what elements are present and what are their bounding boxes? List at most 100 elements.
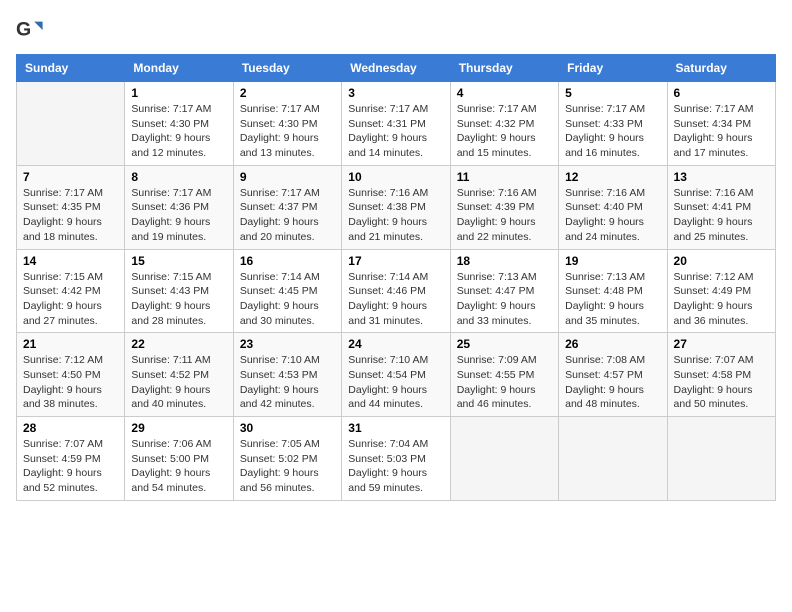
day-info: Sunrise: 7:12 AM Sunset: 4:50 PM Dayligh…: [23, 353, 118, 412]
calendar-cell: 23 Sunrise: 7:10 AM Sunset: 4:53 PM Dayli…: [233, 333, 341, 417]
calendar-cell: 2Sunrise: 7:17 AM Sunset: 4:30 PM Daylig…: [233, 82, 341, 166]
day-number: 25: [457, 337, 552, 351]
day-number: 31: [348, 421, 443, 435]
calendar-cell: [559, 417, 667, 501]
day-info: Sunrise: 7:16 AM Sunset: 4:40 PM Dayligh…: [565, 186, 660, 245]
day-number: 20: [674, 254, 769, 268]
day-info: Sunrise: 7:07 AM Sunset: 4:59 PM Dayligh…: [23, 437, 118, 496]
day-info: Sunrise: 7:13 AM Sunset: 4:47 PM Dayligh…: [457, 270, 552, 329]
day-info: Sunrise: 7:10 AM Sunset: 4:54 PM Dayligh…: [348, 353, 443, 412]
calendar-cell: 24 Sunrise: 7:10 AM Sunset: 4:54 PM Dayli…: [342, 333, 450, 417]
calendar-cell: 16Sunrise: 7:14 AM Sunset: 4:45 PM Dayli…: [233, 249, 341, 333]
day-number: 19: [565, 254, 660, 268]
day-header-thursday: Thursday: [450, 55, 558, 82]
day-info: Sunrise: 7:17 AM Sunset: 4:32 PM Dayligh…: [457, 102, 552, 161]
calendar-cell: [450, 417, 558, 501]
calendar-cell: 3 Sunrise: 7:17 AM Sunset: 4:31 PM Daylig…: [342, 82, 450, 166]
calendar-table: SundayMondayTuesdayWednesdayThursdayFrid…: [16, 54, 776, 501]
day-info: Sunrise: 7:15 AM Sunset: 4:43 PM Dayligh…: [131, 270, 226, 329]
day-info: Sunrise: 7:16 AM Sunset: 4:41 PM Dayligh…: [674, 186, 769, 245]
week-row-4: 21 Sunrise: 7:12 AM Sunset: 4:50 PM Dayli…: [17, 333, 776, 417]
calendar-cell: 8 Sunrise: 7:17 AM Sunset: 4:36 PM Daylig…: [125, 165, 233, 249]
calendar-cell: 18 Sunrise: 7:13 AM Sunset: 4:47 PM Dayli…: [450, 249, 558, 333]
day-number: 24: [348, 337, 443, 351]
day-info: Sunrise: 7:17 AM Sunset: 4:35 PM Dayligh…: [23, 186, 118, 245]
calendar-cell: 15 Sunrise: 7:15 AM Sunset: 4:43 PM Dayli…: [125, 249, 233, 333]
calendar-cell: 9Sunrise: 7:17 AM Sunset: 4:37 PM Daylig…: [233, 165, 341, 249]
calendar-cell: 4 Sunrise: 7:17 AM Sunset: 4:32 PM Daylig…: [450, 82, 558, 166]
day-info: Sunrise: 7:16 AM Sunset: 4:38 PM Dayligh…: [348, 186, 443, 245]
day-info: Sunrise: 7:17 AM Sunset: 4:30 PM Dayligh…: [240, 102, 335, 161]
day-header-wednesday: Wednesday: [342, 55, 450, 82]
calendar-cell: 11Sunrise: 7:16 AM Sunset: 4:39 PM Dayli…: [450, 165, 558, 249]
day-header-sunday: Sunday: [17, 55, 125, 82]
day-info: Sunrise: 7:11 AM Sunset: 4:52 PM Dayligh…: [131, 353, 226, 412]
day-header-monday: Monday: [125, 55, 233, 82]
day-number: 21: [23, 337, 118, 351]
day-header-tuesday: Tuesday: [233, 55, 341, 82]
calendar-cell: 5Sunrise: 7:17 AM Sunset: 4:33 PM Daylig…: [559, 82, 667, 166]
logo-icon: G: [16, 16, 44, 44]
day-info: Sunrise: 7:14 AM Sunset: 4:46 PM Dayligh…: [348, 270, 443, 329]
calendar-cell: [667, 417, 775, 501]
day-info: Sunrise: 7:13 AM Sunset: 4:48 PM Dayligh…: [565, 270, 660, 329]
day-number: 23: [240, 337, 335, 351]
days-header-row: SundayMondayTuesdayWednesdayThursdayFrid…: [17, 55, 776, 82]
page-header: G: [16, 16, 776, 44]
calendar-cell: 21 Sunrise: 7:12 AM Sunset: 4:50 PM Dayli…: [17, 333, 125, 417]
day-info: Sunrise: 7:17 AM Sunset: 4:30 PM Dayligh…: [131, 102, 226, 161]
calendar-cell: 17 Sunrise: 7:14 AM Sunset: 4:46 PM Dayli…: [342, 249, 450, 333]
calendar-cell: 28 Sunrise: 7:07 AM Sunset: 4:59 PM Dayli…: [17, 417, 125, 501]
day-number: 22: [131, 337, 226, 351]
day-number: 14: [23, 254, 118, 268]
calendar-cell: 19 Sunrise: 7:13 AM Sunset: 4:48 PM Dayli…: [559, 249, 667, 333]
day-number: 6: [674, 86, 769, 100]
calendar-cell: 10Sunrise: 7:16 AM Sunset: 4:38 PM Dayli…: [342, 165, 450, 249]
day-info: Sunrise: 7:04 AM Sunset: 5:03 PM Dayligh…: [348, 437, 443, 496]
day-info: Sunrise: 7:12 AM Sunset: 4:49 PM Dayligh…: [674, 270, 769, 329]
calendar-cell: 14Sunrise: 7:15 AM Sunset: 4:42 PM Dayli…: [17, 249, 125, 333]
calendar-cell: 25 Sunrise: 7:09 AM Sunset: 4:55 PM Dayli…: [450, 333, 558, 417]
day-number: 28: [23, 421, 118, 435]
day-number: 8: [131, 170, 226, 184]
day-number: 7: [23, 170, 118, 184]
day-number: 26: [565, 337, 660, 351]
day-info: Sunrise: 7:17 AM Sunset: 4:34 PM Dayligh…: [674, 102, 769, 161]
calendar-cell: 27Sunrise: 7:07 AM Sunset: 4:58 PM Dayli…: [667, 333, 775, 417]
day-info: Sunrise: 7:17 AM Sunset: 4:33 PM Dayligh…: [565, 102, 660, 161]
day-info: Sunrise: 7:10 AM Sunset: 4:53 PM Dayligh…: [240, 353, 335, 412]
day-number: 4: [457, 86, 552, 100]
day-info: Sunrise: 7:08 AM Sunset: 4:57 PM Dayligh…: [565, 353, 660, 412]
calendar-cell: [17, 82, 125, 166]
svg-text:G: G: [16, 19, 31, 41]
day-info: Sunrise: 7:17 AM Sunset: 4:31 PM Dayligh…: [348, 102, 443, 161]
day-info: Sunrise: 7:17 AM Sunset: 4:36 PM Dayligh…: [131, 186, 226, 245]
day-number: 17: [348, 254, 443, 268]
day-number: 9: [240, 170, 335, 184]
calendar-cell: 1 Sunrise: 7:17 AM Sunset: 4:30 PM Daylig…: [125, 82, 233, 166]
day-number: 3: [348, 86, 443, 100]
day-header-friday: Friday: [559, 55, 667, 82]
day-header-saturday: Saturday: [667, 55, 775, 82]
day-info: Sunrise: 7:09 AM Sunset: 4:55 PM Dayligh…: [457, 353, 552, 412]
day-number: 16: [240, 254, 335, 268]
calendar-cell: 31 Sunrise: 7:04 AM Sunset: 5:03 PM Dayli…: [342, 417, 450, 501]
calendar-cell: 7 Sunrise: 7:17 AM Sunset: 4:35 PM Daylig…: [17, 165, 125, 249]
calendar-cell: 6 Sunrise: 7:17 AM Sunset: 4:34 PM Daylig…: [667, 82, 775, 166]
day-number: 12: [565, 170, 660, 184]
day-number: 29: [131, 421, 226, 435]
calendar-cell: 30 Sunrise: 7:05 AM Sunset: 5:02 PM Dayli…: [233, 417, 341, 501]
day-number: 30: [240, 421, 335, 435]
week-row-3: 14Sunrise: 7:15 AM Sunset: 4:42 PM Dayli…: [17, 249, 776, 333]
day-info: Sunrise: 7:06 AM Sunset: 5:00 PM Dayligh…: [131, 437, 226, 496]
day-number: 1: [131, 86, 226, 100]
week-row-5: 28 Sunrise: 7:07 AM Sunset: 4:59 PM Dayli…: [17, 417, 776, 501]
week-row-2: 7 Sunrise: 7:17 AM Sunset: 4:35 PM Daylig…: [17, 165, 776, 249]
day-number: 15: [131, 254, 226, 268]
calendar-cell: 13Sunrise: 7:16 AM Sunset: 4:41 PM Dayli…: [667, 165, 775, 249]
day-info: Sunrise: 7:07 AM Sunset: 4:58 PM Dayligh…: [674, 353, 769, 412]
day-number: 18: [457, 254, 552, 268]
calendar-cell: 22 Sunrise: 7:11 AM Sunset: 4:52 PM Dayli…: [125, 333, 233, 417]
day-info: Sunrise: 7:05 AM Sunset: 5:02 PM Dayligh…: [240, 437, 335, 496]
calendar-cell: 20 Sunrise: 7:12 AM Sunset: 4:49 PM Dayli…: [667, 249, 775, 333]
